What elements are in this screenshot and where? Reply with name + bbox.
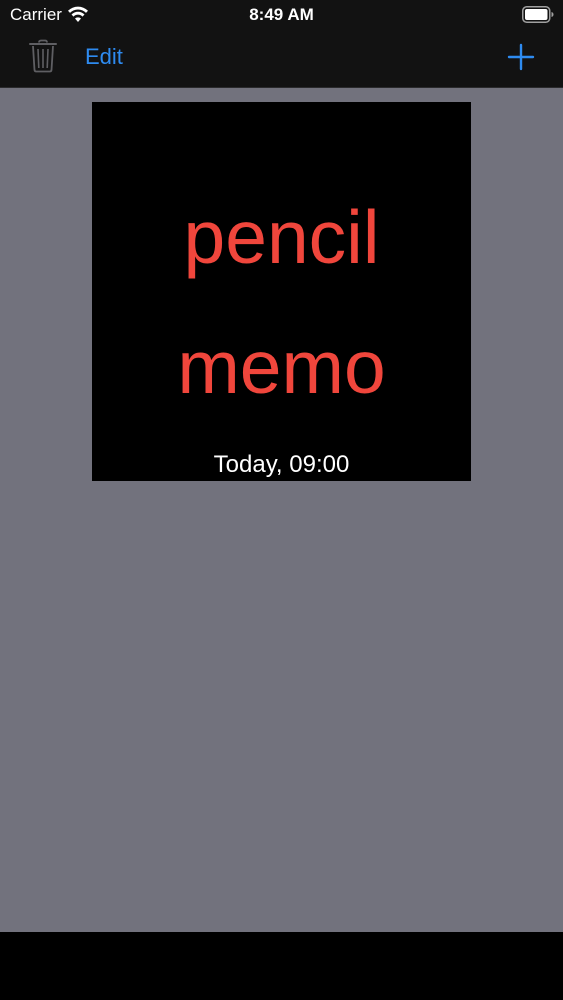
memo-date: Today, 09:00 [213, 451, 350, 478]
navigation-bar: Edit [0, 30, 563, 88]
status-bar: Carrier 8:49 AM [0, 0, 563, 30]
app-screen: Carrier 8:49 AM Edit pencil memo Today, … [0, 0, 563, 1000]
plus-icon[interactable] [506, 42, 536, 72]
memo-card[interactable]: pencil memo Today, 09:00 [92, 102, 471, 481]
battery-icon [522, 6, 554, 23]
memo-grid: pencil memo Today, 09:00 [0, 88, 563, 932]
edit-button[interactable]: Edit [85, 44, 123, 70]
bottom-bar [0, 932, 563, 1000]
status-time: 8:49 AM [249, 5, 314, 24]
trash-icon[interactable] [28, 39, 58, 73]
memo-text: pencil memo [177, 195, 386, 409]
